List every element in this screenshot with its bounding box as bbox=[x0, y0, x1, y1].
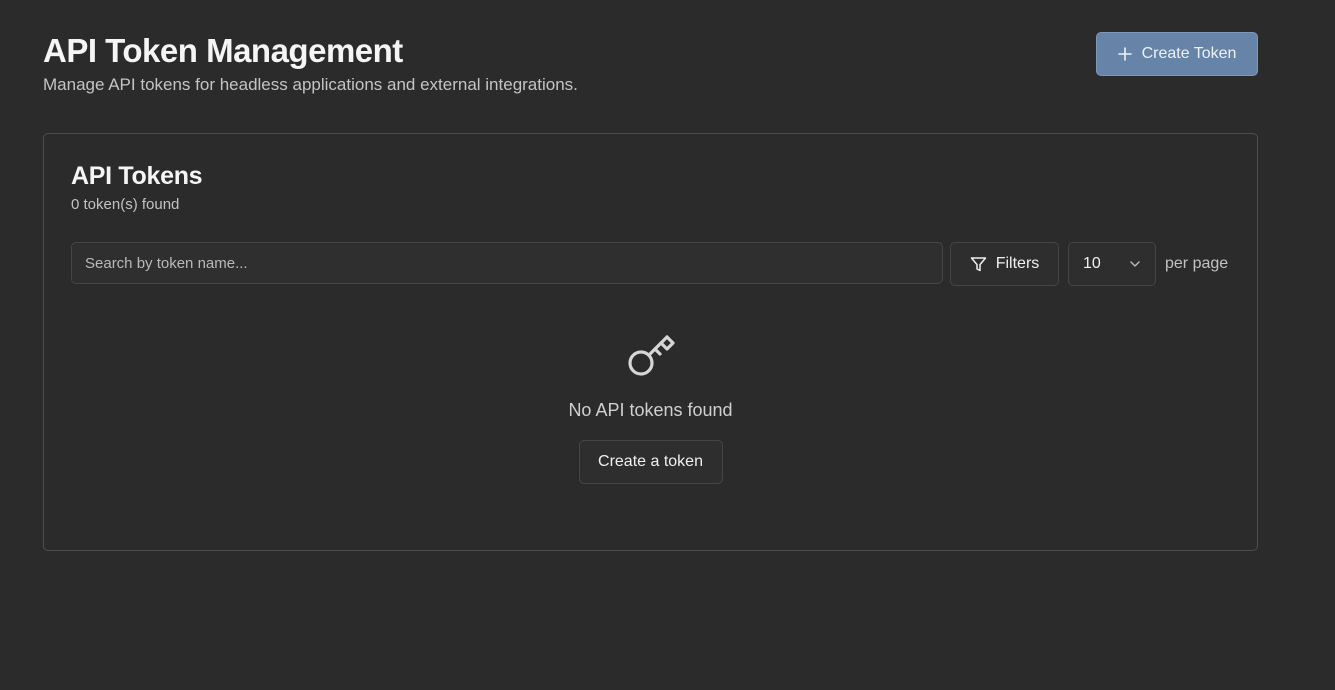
plus-icon bbox=[1117, 47, 1132, 61]
api-tokens-card: API Tokens 0 token(s) found Filters 10 p… bbox=[43, 133, 1258, 551]
empty-state-message: No API tokens found bbox=[568, 400, 733, 420]
page-title: API Token Management bbox=[43, 32, 403, 69]
empty-state: No API tokens found Create a token bbox=[44, 330, 1257, 484]
api-token-management-page: API Token Management Manage API tokens f… bbox=[0, 0, 1335, 690]
page-subtitle: Manage API tokens for headless applicati… bbox=[43, 75, 578, 94]
filters-button[interactable]: Filters bbox=[950, 242, 1059, 286]
filters-button-label: Filters bbox=[995, 255, 1040, 272]
per-page-label: per page bbox=[1165, 255, 1229, 272]
key-icon bbox=[627, 335, 675, 376]
chevron-down-icon bbox=[1129, 258, 1141, 270]
page-header: API Token Management Manage API tokens f… bbox=[43, 30, 1258, 96]
filter-icon bbox=[970, 256, 987, 273]
create-token-button[interactable]: Create Token bbox=[1096, 32, 1258, 76]
create-a-token-button[interactable]: Create a token bbox=[578, 440, 723, 484]
card-title: API Tokens bbox=[71, 162, 203, 190]
search-input[interactable] bbox=[71, 242, 943, 284]
per-page-select[interactable]: 10 bbox=[1068, 242, 1156, 286]
create-token-button-label: Create Token bbox=[1141, 45, 1237, 62]
token-count: 0 token(s) found bbox=[71, 196, 180, 213]
per-page-value: 10 bbox=[1083, 255, 1101, 272]
